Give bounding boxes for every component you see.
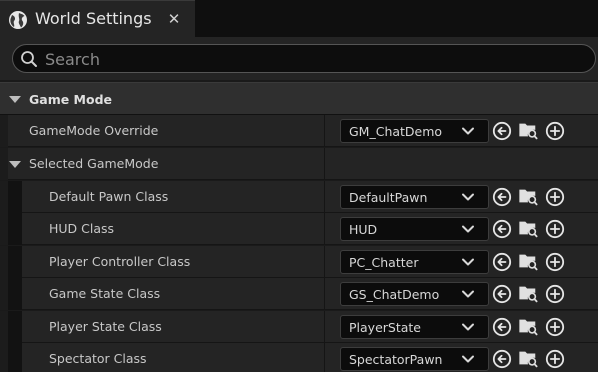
search-box xyxy=(12,44,596,73)
combo-value: DefaultPawn xyxy=(349,190,428,205)
globe-icon xyxy=(9,11,27,29)
combo-value: GS_ChatDemo xyxy=(349,287,440,302)
property-label: GameMode Override xyxy=(29,123,159,138)
indent-gutter xyxy=(8,181,22,213)
category-label: Game Mode xyxy=(29,92,113,107)
property-label: Spectator Class xyxy=(49,351,147,366)
property-label: HUD Class xyxy=(49,221,115,236)
hud-class-combo[interactable]: HUD xyxy=(340,217,489,241)
arrow-left-circle-icon[interactable] xyxy=(492,219,512,239)
property-label: Player State Class xyxy=(49,319,162,334)
folder-search-icon[interactable] xyxy=(518,120,538,140)
combo-value: GM_ChatDemo xyxy=(349,124,443,139)
player-controller-class-combo[interactable]: PC_Chatter xyxy=(340,250,489,274)
indent-gutter xyxy=(0,115,8,147)
plus-circle-icon[interactable] xyxy=(545,284,565,304)
indent-gutter xyxy=(8,246,22,278)
tab-bar: World Settings ✕ xyxy=(0,0,598,37)
combo-value: HUD xyxy=(349,222,378,237)
gamemode-override-combo[interactable]: GM_ChatDemo xyxy=(340,119,489,143)
arrow-left-circle-icon[interactable] xyxy=(492,252,512,272)
arrow-left-circle-icon[interactable] xyxy=(492,121,512,141)
spectator-class-combo[interactable]: SpectatorPawn xyxy=(340,347,489,371)
tab-title: World Settings xyxy=(35,9,152,28)
column-divider[interactable] xyxy=(324,246,325,278)
folder-search-icon[interactable] xyxy=(518,218,538,238)
chevron-down-icon xyxy=(461,257,475,267)
property-row-hud-class: HUD Class HUD xyxy=(0,213,598,245)
chevron-down-icon xyxy=(461,192,475,202)
collapse-arrow-icon[interactable] xyxy=(9,161,21,168)
indent-gutter xyxy=(8,311,22,343)
indent-gutter xyxy=(0,148,8,180)
property-label: Default Pawn Class xyxy=(49,189,169,204)
search-input[interactable] xyxy=(45,48,565,70)
column-divider[interactable] xyxy=(324,213,325,245)
indent-gutter xyxy=(0,246,8,278)
plus-circle-icon[interactable] xyxy=(545,219,565,239)
arrow-left-circle-icon[interactable] xyxy=(492,187,512,207)
property-row-gamemode-override: GameMode Override GM_ChatDemo xyxy=(0,115,598,147)
indent-gutter xyxy=(8,343,22,372)
search-bar xyxy=(0,37,598,80)
plus-circle-icon[interactable] xyxy=(545,187,565,207)
folder-search-icon[interactable] xyxy=(518,186,538,206)
property-row-game-state-class: Game State Class GS_ChatDemo xyxy=(0,278,598,310)
plus-circle-icon[interactable] xyxy=(545,317,565,337)
folder-search-icon[interactable] xyxy=(518,251,538,271)
indent-gutter xyxy=(0,213,8,245)
folder-search-icon[interactable] xyxy=(518,348,538,368)
column-divider[interactable] xyxy=(324,278,325,310)
chevron-down-icon xyxy=(461,126,475,136)
property-label: Game State Class xyxy=(49,286,161,301)
combo-value: SpectatorPawn xyxy=(349,352,443,367)
column-divider[interactable] xyxy=(324,181,325,213)
column-divider[interactable] xyxy=(324,343,325,372)
arrow-left-circle-icon[interactable] xyxy=(492,284,512,304)
folder-search-icon[interactable] xyxy=(518,283,538,303)
plus-circle-icon[interactable] xyxy=(545,349,565,369)
chevron-down-icon xyxy=(461,224,475,234)
combo-value: PC_Chatter xyxy=(349,255,419,270)
combo-value: PlayerState xyxy=(349,320,421,335)
chevron-down-icon xyxy=(461,354,475,364)
game-state-class-combo[interactable]: GS_ChatDemo xyxy=(340,282,489,306)
indent-gutter xyxy=(8,213,22,245)
arrow-left-circle-icon[interactable] xyxy=(492,349,512,369)
property-row-default-pawn-class: Default Pawn Class DefaultPawn xyxy=(0,181,598,213)
indent-gutter xyxy=(0,343,8,372)
indent-gutter xyxy=(8,278,22,310)
chevron-down-icon xyxy=(461,322,475,332)
property-row-player-state-class: Player State Class PlayerState xyxy=(0,311,598,343)
folder-search-icon[interactable] xyxy=(518,316,538,336)
indent-gutter xyxy=(0,311,8,343)
column-divider[interactable] xyxy=(324,148,325,180)
close-icon[interactable]: ✕ xyxy=(166,9,182,29)
indent-gutter xyxy=(0,181,8,213)
property-row-player-controller-class: Player Controller Class PC_Chatter xyxy=(0,246,598,278)
player-state-class-combo[interactable]: PlayerState xyxy=(340,315,489,339)
category-game-mode[interactable]: Game Mode xyxy=(0,82,598,115)
plus-circle-icon[interactable] xyxy=(545,252,565,272)
plus-circle-icon[interactable] xyxy=(545,121,565,141)
indent-gutter xyxy=(0,278,8,310)
default-pawn-class-combo[interactable]: DefaultPawn xyxy=(340,185,489,209)
property-label: Player Controller Class xyxy=(49,254,191,269)
column-divider[interactable] xyxy=(324,115,325,147)
chevron-down-icon xyxy=(461,289,475,299)
details-panel: Game Mode GameMode Override GM_ChatDemo … xyxy=(0,80,598,372)
search-icon xyxy=(21,51,37,67)
collapse-arrow-icon[interactable] xyxy=(9,96,21,103)
arrow-left-circle-icon[interactable] xyxy=(492,317,512,337)
subcategory-selected-gamemode[interactable]: Selected GameMode xyxy=(0,148,598,180)
property-row-spectator-class: Spectator Class SpectatorPawn xyxy=(0,343,598,372)
tab-world-settings[interactable]: World Settings ✕ xyxy=(0,0,195,37)
column-divider[interactable] xyxy=(324,311,325,343)
subcategory-label: Selected GameMode xyxy=(29,156,159,171)
